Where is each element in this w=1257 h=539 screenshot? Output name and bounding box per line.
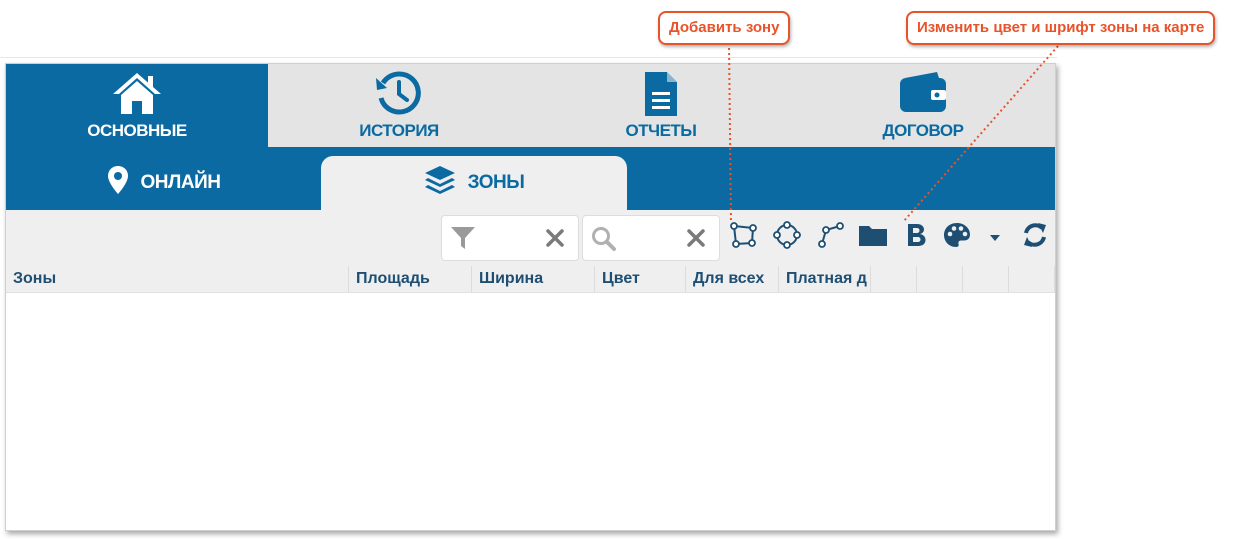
callout-add-zone: Добавить зону — [658, 11, 791, 45]
callout-change-style: Изменить цвет и шрифт зоны на карте — [906, 11, 1216, 45]
callout-leaders — [728, 42, 1059, 224]
